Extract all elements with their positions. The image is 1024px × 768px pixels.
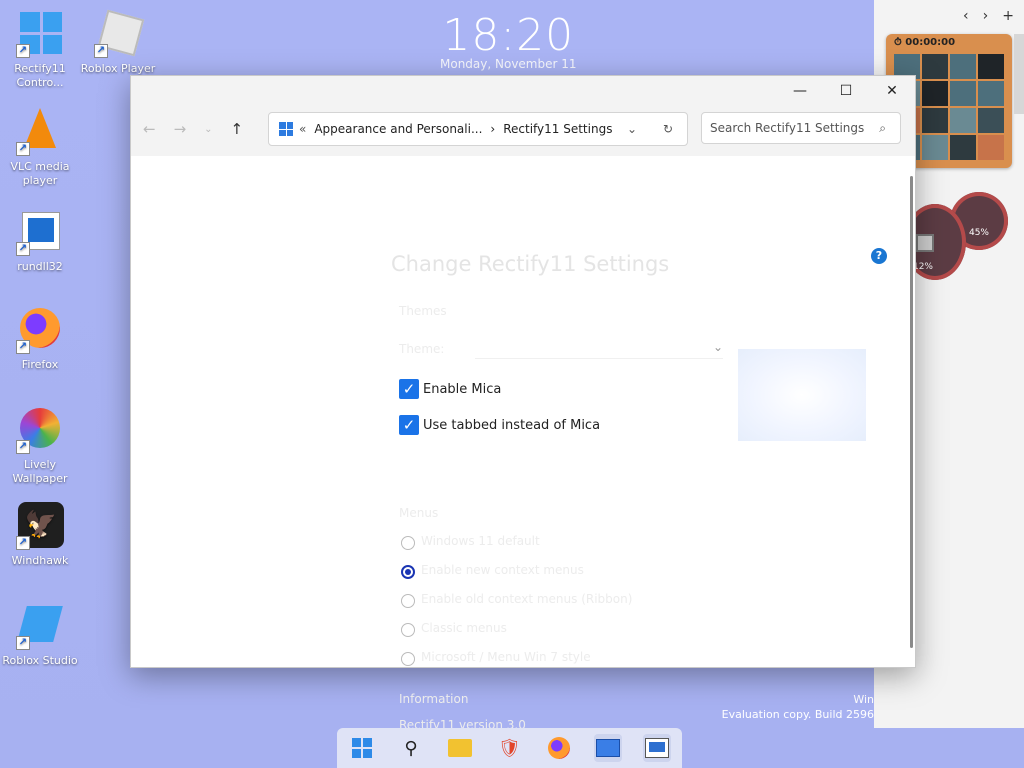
desktop-icon-label: rundll32 — [17, 260, 63, 273]
desktop-icon-roblox-player[interactable]: ↗ Roblox Player — [78, 9, 158, 76]
close-icon[interactable]: ✕ — [869, 76, 915, 106]
desktop-icon-label: Firefox — [21, 358, 59, 371]
enable-mica-checkbox[interactable]: ✓ — [399, 379, 419, 399]
control-panel-icon: ↗ — [16, 10, 64, 58]
widgets-nav: ‹ › + — [963, 8, 1014, 24]
taskbar: ⚲ 🛡 — [337, 728, 682, 768]
radio-option-4[interactable] — [401, 623, 415, 637]
search-field[interactable]: Search Rectify11 Settings ⌕ — [701, 112, 901, 144]
evaluation-watermark: Win Evaluation copy. Build 2596 — [722, 692, 874, 722]
radio-label-5: Microsoft / Menu Win 7 style — [421, 650, 591, 664]
back-icon[interactable]: ← — [143, 120, 156, 140]
breadcrumb-separator-icon: › — [490, 122, 496, 136]
clock-time: 18:20 — [442, 10, 575, 61]
firefox-icon[interactable] — [545, 734, 573, 762]
breadcrumb-appearance[interactable]: Appearance and Personali... — [314, 122, 482, 136]
window-controls: — ☐ ✕ — [777, 76, 915, 106]
roblox-icon: ↗ — [94, 9, 145, 58]
chevron-right-icon[interactable]: › — [983, 8, 989, 24]
settings-content: ? Change Rectify11 Settings Themes Theme… — [131, 156, 903, 732]
scrollbar[interactable] — [910, 176, 913, 648]
lively-icon: ↗ — [16, 406, 64, 454]
themes-label: Themes — [399, 304, 447, 318]
title-bar[interactable]: — ☐ ✕ ← → ⌄ ↑ « Appearance and Personali… — [131, 76, 915, 156]
control-panel-icon[interactable] — [594, 734, 623, 762]
refresh-icon[interactable]: ↻ — [663, 122, 673, 136]
settings-window-icon[interactable] — [643, 734, 672, 762]
desktop-icon-label: Roblox Studio — [2, 654, 78, 667]
enable-mica-label: Enable Mica — [423, 382, 502, 397]
desktop-icon-label: Lively Wallpaper — [12, 458, 68, 485]
file-explorer-icon[interactable] — [446, 734, 474, 762]
roblox-studio-icon: ↗ — [16, 602, 64, 650]
theme-preview — [738, 349, 866, 441]
dropdown-chevron-icon: ⌄ — [712, 340, 723, 354]
chevron-left-icon[interactable]: ‹ — [963, 8, 969, 24]
nav-buttons: ← → ⌄ ↑ — [143, 120, 243, 140]
tabbed-checkbox[interactable]: ✓ — [399, 415, 419, 435]
information-label: Information — [399, 692, 469, 706]
breadcrumb-rectify11-settings[interactable]: Rectify11 Settings — [503, 122, 612, 136]
radio-option-5[interactable] — [401, 652, 415, 666]
recent-dropdown-icon[interactable]: ⌄ — [204, 120, 212, 140]
forward-icon[interactable]: → — [174, 120, 187, 140]
vlc-icon: ↗ — [16, 108, 64, 156]
radio-label-3: Enable old context menus (Ribbon) — [421, 592, 633, 606]
desktop-icon-label: Windhawk — [11, 554, 69, 567]
watermark-line1: Win — [853, 693, 874, 706]
theme-dropdown[interactable]: ⌄ — [475, 340, 723, 359]
puzzle-timer: ⏱ 00:00:00 — [894, 37, 956, 48]
radio-option-3[interactable] — [401, 594, 415, 608]
clock-date: Monday, November 11 — [440, 57, 577, 71]
menus-label: Menus — [399, 506, 439, 520]
minimize-icon[interactable]: — — [777, 76, 823, 106]
lock-clock: 18:20 Monday, November 11 — [440, 10, 577, 71]
radio-label-1: Windows 11 default — [421, 534, 540, 548]
app-window-icon: ↗ — [16, 208, 64, 256]
puzzle-timer-value: 00:00:00 — [905, 37, 956, 48]
desktop-icon-label: VLC media player — [10, 160, 70, 187]
desktop-icon-rectify11-control[interactable]: ↗ Rectify11 Contro... — [0, 10, 80, 90]
search-icon[interactable]: ⌕ — [879, 121, 886, 136]
desktop-icon-vlc[interactable]: ↗ VLC media player — [0, 108, 80, 188]
radio-label-4: Classic menus — [421, 621, 507, 635]
search-placeholder: Search Rectify11 Settings — [710, 121, 865, 135]
settings-window: — ☐ ✕ ← → ⌄ ↑ « Appearance and Personali… — [130, 75, 916, 732]
windhawk-icon: 🦅 ↗ — [16, 502, 64, 550]
desktop-icon-label: Roblox Player — [80, 62, 156, 75]
radio-label-2: Enable new context menus — [421, 563, 584, 577]
plus-icon[interactable]: + — [1002, 8, 1014, 24]
help-icon[interactable]: ? — [871, 248, 887, 264]
desktop-icon-roblox-studio[interactable]: ↗ Roblox Studio — [0, 602, 80, 668]
maximize-icon[interactable]: ☐ — [823, 76, 869, 106]
up-icon[interactable]: ↑ — [231, 120, 244, 140]
theme-field-label: Theme: — [399, 342, 445, 356]
desktop-icon-windhawk[interactable]: 🦅 ↗ Windhawk — [0, 502, 80, 568]
desktop-icon-rundll32[interactable]: ↗ rundll32 — [0, 208, 80, 274]
start-icon[interactable] — [348, 734, 376, 762]
tabbed-label: Use tabbed instead of Mica — [423, 418, 601, 433]
brave-icon[interactable]: 🛡 — [495, 734, 523, 762]
control-panel-small-icon — [279, 122, 293, 136]
address-dropdown-icon[interactable]: ⌄ — [627, 122, 637, 136]
overflow-chevron-icon[interactable]: « — [299, 122, 306, 136]
radio-option-2[interactable] — [401, 565, 415, 579]
page-title: Change Rectify11 Settings — [391, 252, 670, 276]
address-bar[interactable]: « Appearance and Personali... › Rectify1… — [268, 112, 688, 146]
radio-option-1[interactable] — [401, 536, 415, 550]
search-icon[interactable]: ⚲ — [397, 734, 425, 762]
desktop-icon-label: Rectify11 Contro... — [14, 62, 66, 89]
watermark-line2: Evaluation copy. Build 2596 — [721, 708, 874, 721]
firefox-icon: ↗ — [16, 306, 64, 354]
widgets-toolbar[interactable] — [1014, 34, 1024, 114]
desktop-icon-lively[interactable]: ↗ Lively Wallpaper — [0, 406, 80, 486]
desktop-icon-firefox[interactable]: ↗ Firefox — [0, 306, 80, 372]
